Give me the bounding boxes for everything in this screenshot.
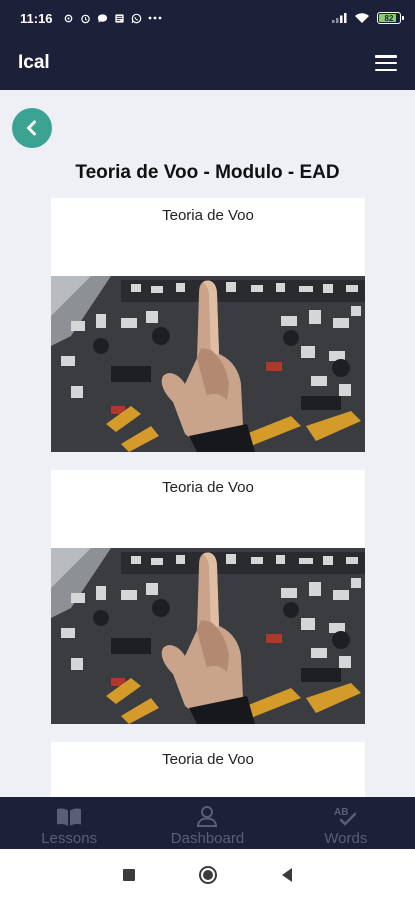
recents-icon[interactable] bbox=[122, 868, 136, 882]
home-icon[interactable] bbox=[198, 865, 218, 885]
lesson-card[interactable]: Teoria de Voo bbox=[51, 742, 365, 797]
hamburger-menu-icon[interactable] bbox=[375, 55, 397, 71]
lesson-title: Teoria de Voo bbox=[162, 479, 254, 496]
news-icon bbox=[114, 13, 124, 23]
lesson-title: Teoria de Voo bbox=[162, 207, 254, 224]
back-icon[interactable] bbox=[280, 867, 294, 883]
status-time: 11:16 bbox=[20, 10, 53, 26]
nav-item-words[interactable]: AB Words bbox=[277, 797, 415, 849]
status-left: 11:16 bbox=[20, 11, 162, 26]
page-title: Teoria de Voo - Modulo - EAD bbox=[75, 162, 340, 183]
signal-icon bbox=[332, 13, 347, 23]
more-icon bbox=[148, 16, 161, 20]
app-bar: Ical bbox=[0, 36, 415, 90]
back-button[interactable] bbox=[12, 108, 52, 148]
bottom-nav: Lessons Dashboard AB Words bbox=[0, 797, 415, 849]
battery-icon: 82 bbox=[377, 12, 404, 24]
whatsapp-icon bbox=[131, 13, 141, 23]
spellcheck-icon: AB bbox=[334, 807, 357, 826]
user-icon bbox=[197, 806, 218, 827]
lesson-card[interactable]: Teoria de Voo bbox=[51, 198, 365, 452]
nav-label-words: Words bbox=[324, 830, 368, 847]
chat-icon bbox=[97, 13, 107, 23]
nav-label-lessons: Lessons bbox=[41, 830, 98, 847]
wifi-icon bbox=[355, 13, 369, 23]
nav-item-lessons[interactable]: Lessons bbox=[0, 797, 138, 849]
app-title: Ical bbox=[18, 52, 50, 73]
system-nav-bar bbox=[0, 849, 415, 900]
lesson-card[interactable]: Teoria de Voo bbox=[51, 470, 365, 724]
main-content[interactable]: Teoria de Voo - Modulo - EAD Teoria de V… bbox=[0, 90, 415, 797]
settings-icon bbox=[64, 14, 72, 22]
book-icon bbox=[57, 808, 82, 826]
status-right: 82 bbox=[331, 12, 404, 24]
chevron-left-icon bbox=[27, 120, 36, 136]
battery-level: 82 bbox=[384, 13, 394, 23]
cockpit-photo bbox=[51, 276, 365, 452]
svg-text:AB: AB bbox=[334, 807, 348, 818]
nav-item-dashboard[interactable]: Dashboard bbox=[138, 797, 276, 849]
status-bar: 11:16 82 bbox=[0, 0, 415, 36]
nav-label-dashboard: Dashboard bbox=[170, 830, 245, 847]
lesson-title: Teoria de Voo bbox=[162, 751, 254, 768]
cockpit-photo bbox=[51, 548, 365, 724]
alarm-icon bbox=[80, 14, 90, 23]
